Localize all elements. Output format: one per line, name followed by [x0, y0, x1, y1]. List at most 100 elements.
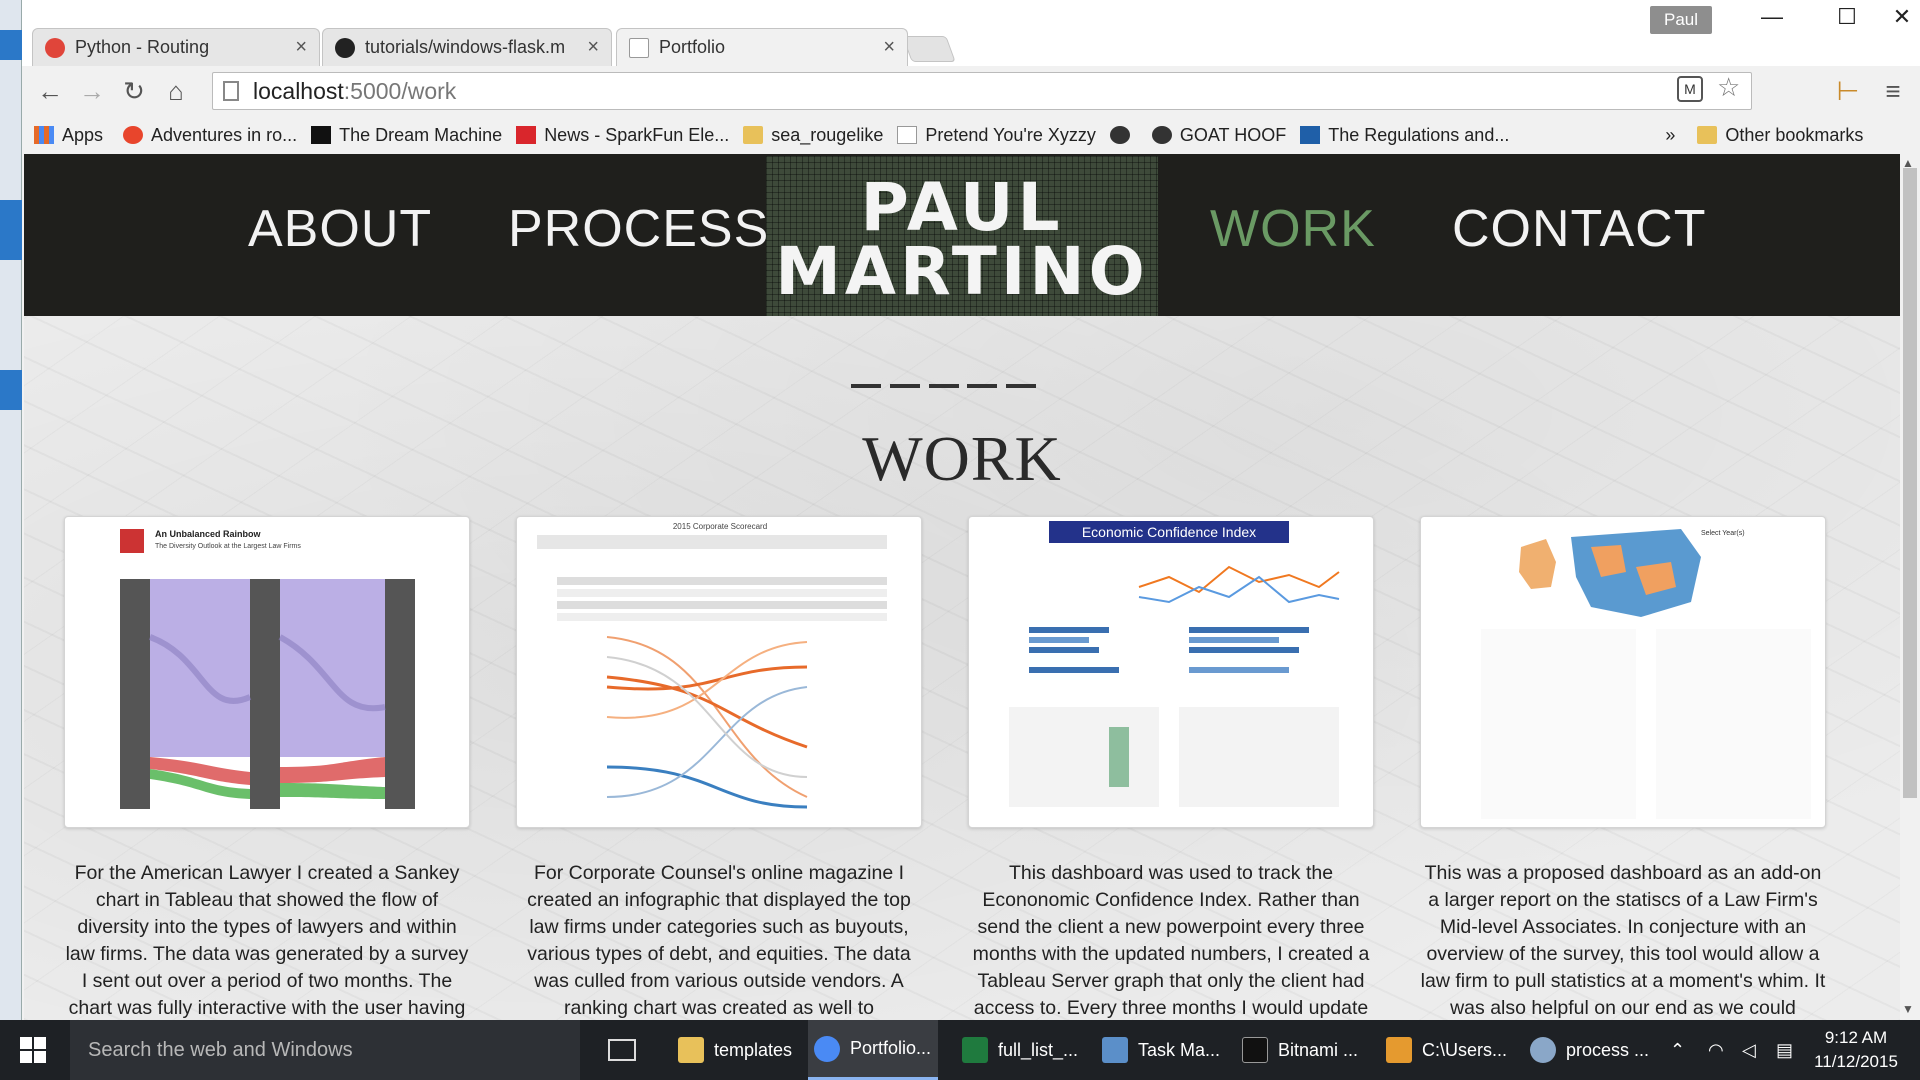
- tab-github[interactable]: tutorials/windows-flask.m ×: [322, 28, 612, 66]
- taskbar-item-paint[interactable]: process ...: [1524, 1020, 1649, 1080]
- card-description-associates: This was a proposed dashboard as an add-…: [1420, 862, 1826, 1019]
- reload-button[interactable]: ↻: [118, 76, 150, 107]
- bookmark-manager-icon[interactable]: ⊢: [1832, 76, 1864, 107]
- index-bar: [1029, 627, 1109, 633]
- card-description-economic-index: This dashboard was used to track the Eco…: [972, 862, 1370, 1019]
- taskbar-clock[interactable]: 9:12 AM 11/12/2015: [1808, 1026, 1904, 1074]
- nav-process[interactable]: PROCESS: [508, 199, 769, 259]
- page-title: WORK: [862, 423, 1062, 494]
- work-card-scorecard[interactable]: 2015 Corporate Scorecard: [516, 516, 922, 828]
- bookmark-label: The Dream Machine: [339, 124, 503, 145]
- taskbar-item-label: process ...: [1566, 1039, 1650, 1060]
- bookmark-sparkfun[interactable]: News - SparkFun Ele...: [516, 125, 729, 146]
- bookmark-star-icon[interactable]: ☆: [1717, 72, 1740, 103]
- tab-title: Portfolio: [659, 37, 726, 57]
- browser-window: Python - Routing × tutorials/windows-fla…: [22, 0, 1920, 1020]
- index-bar: [1189, 647, 1299, 653]
- extension-icon[interactable]: M: [1677, 76, 1703, 102]
- nav-work[interactable]: WORK: [1210, 199, 1376, 259]
- excel-icon: [962, 1037, 988, 1063]
- maximize-button[interactable]: ☐: [1822, 4, 1872, 30]
- task-view-icon[interactable]: [608, 1039, 636, 1061]
- sankey-column: [385, 579, 415, 809]
- close-tab-icon[interactable]: ×: [295, 36, 307, 59]
- folder-icon: [743, 126, 764, 144]
- clock-time: 9:12 AM: [1824, 1028, 1888, 1047]
- browser-toolbar: ← → ↻ ⌂ localhost:5000/work M ☆ ⊢ ≡: [22, 66, 1920, 116]
- apps-grid-icon: [34, 126, 54, 144]
- nav-contact[interactable]: CONTACT: [1452, 199, 1706, 259]
- volume-icon[interactable]: ◁: [1742, 1020, 1756, 1080]
- taskbar-item-label: Portfolio...: [850, 1038, 932, 1058]
- tab-python-routing[interactable]: Python - Routing ×: [32, 28, 320, 66]
- bookmark-label: GOAT HOOF: [1179, 124, 1287, 145]
- associates-thumbnail: Select Year(s): [1481, 529, 1811, 819]
- card-thumb-title: Economic Confidence Index: [1082, 524, 1256, 540]
- taskbar-item-templates[interactable]: templates: [672, 1020, 792, 1080]
- scorecard-table-row: [557, 577, 887, 585]
- heading-divider: [851, 384, 1036, 388]
- nav-about[interactable]: ABOUT: [248, 199, 432, 259]
- work-card-economic-index[interactable]: Economic Confidence Index: [968, 516, 1374, 828]
- sankey-flow: [280, 783, 385, 799]
- page-info-icon[interactable]: [223, 81, 239, 101]
- bookmark-adventures[interactable]: Adventures in ro...: [123, 125, 297, 146]
- profile-badge[interactable]: Paul: [1650, 6, 1712, 34]
- site-logo[interactable]: PAUL MARTINO: [766, 156, 1158, 316]
- windows-start-icon[interactable]: [20, 1037, 46, 1063]
- index-bar: [1029, 667, 1119, 673]
- bookmarks-overflow-button[interactable]: »: [1665, 125, 1675, 146]
- taskbar-item-task-manager[interactable]: Task Ma...: [1096, 1020, 1220, 1080]
- taskbar-item-label: full_list_...: [998, 1039, 1079, 1060]
- bookmark-goat-hoof[interactable]: GOAT HOOF: [1151, 124, 1287, 146]
- bookmark-regulations[interactable]: The Regulations and...: [1300, 125, 1509, 146]
- play-icon: [311, 126, 332, 144]
- tray-chevron-icon[interactable]: ⌃: [1670, 1020, 1685, 1080]
- address-bar[interactable]: localhost:5000/work: [212, 72, 1752, 110]
- notifications-icon[interactable]: ▤: [1776, 1020, 1793, 1080]
- skull-icon: [1151, 126, 1172, 144]
- index-text-block: [1009, 707, 1159, 807]
- close-window-button[interactable]: ✕: [1877, 4, 1920, 30]
- tab-portfolio[interactable]: Portfolio ×: [616, 28, 908, 66]
- minimize-button[interactable]: —: [1747, 4, 1797, 30]
- python-icon: [45, 37, 65, 58]
- taskbar-item-bitnami[interactable]: Bitnami ...: [1236, 1020, 1358, 1080]
- work-card-associates-dashboard[interactable]: Select Year(s): [1420, 516, 1826, 828]
- logo-line-2: MARTINO: [775, 233, 1149, 310]
- bookmark-skull[interactable]: [1109, 126, 1138, 144]
- taskbar-item-chrome[interactable]: Portfolio...: [808, 1020, 938, 1080]
- home-button[interactable]: ⌂: [160, 76, 192, 107]
- scrollbar-thumb[interactable]: [1903, 168, 1917, 798]
- menu-icon[interactable]: ≡: [1877, 76, 1909, 107]
- bookmark-sea-rougelike[interactable]: sea_rougelike: [743, 125, 883, 146]
- taskbar-item-sublime[interactable]: C:\Users...: [1380, 1020, 1507, 1080]
- bookmark-pretend-xyzzy[interactable]: Pretend You're Xyzzy: [897, 125, 1096, 146]
- index-bar: [1029, 647, 1099, 653]
- vertical-scrollbar[interactable]: ▲ ▼: [1900, 154, 1920, 1020]
- bookmark-label: Pretend You're Xyzzy: [925, 124, 1096, 145]
- close-tab-icon[interactable]: ×: [883, 36, 895, 59]
- card-thumb-title: An Unbalanced Rainbow: [155, 529, 262, 539]
- c-logo-icon: [1300, 126, 1321, 144]
- close-tab-icon[interactable]: ×: [587, 36, 599, 59]
- logo-line-1: PAUL: [860, 169, 1064, 246]
- index-bar: [1189, 637, 1279, 643]
- work-card-sankey[interactable]: An Unbalanced Rainbow The Diversity Outl…: [64, 516, 470, 828]
- taskbar-item-excel[interactable]: full_list_...: [956, 1020, 1078, 1080]
- bookmark-dream-machine[interactable]: The Dream Machine: [311, 125, 502, 146]
- scroll-down-arrow-icon[interactable]: ▼: [1902, 1002, 1914, 1016]
- paint-icon: [1530, 1037, 1556, 1063]
- taskbar-search-box[interactable]: Search the web and Windows: [70, 1020, 580, 1080]
- bookmark-apps[interactable]: Apps: [34, 125, 103, 146]
- tab-title: tutorials/windows-flask.m: [365, 37, 566, 57]
- bookmark-other[interactable]: Other bookmarks: [1697, 125, 1863, 146]
- sankey-flow: [280, 757, 385, 783]
- forward-button[interactable]: →: [76, 76, 108, 107]
- page-viewport: ABOUT PROCESS PAUL MARTINO WORK CONTACT …: [24, 154, 1900, 1020]
- new-tab-button[interactable]: [902, 36, 956, 62]
- back-button[interactable]: ←: [34, 76, 66, 107]
- url-path: :5000/work: [343, 77, 457, 104]
- wifi-icon[interactable]: ◠: [1708, 1020, 1724, 1080]
- scorecard-table-row: [557, 613, 887, 621]
